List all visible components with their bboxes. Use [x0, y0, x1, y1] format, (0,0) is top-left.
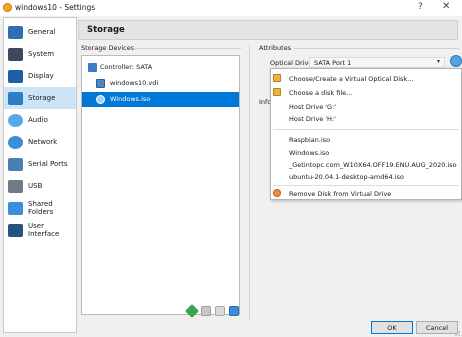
sidebar-item-storage[interactable]: Storage [4, 87, 76, 109]
optical-drive-value: SATA Port 1 [314, 59, 352, 67]
optical-disc-icon [96, 95, 105, 104]
sidebar-item-label: Audio [28, 116, 48, 124]
menu-item-choose-create-disk[interactable]: Choose/Create a Virtual Optical Disk... [271, 72, 461, 85]
sidebar-item-label: Shared Folders [28, 200, 54, 216]
sidebar-item-label: Network [28, 138, 58, 146]
shared-folders-icon [8, 201, 23, 215]
folder-icon [273, 74, 281, 82]
network-icon [8, 135, 23, 149]
sidebar-item-general[interactable]: General [4, 21, 76, 43]
chevron-down-icon: ▾ [436, 58, 440, 65]
hard-disk-icon [96, 79, 105, 88]
sidebar-item-network[interactable]: Network [4, 131, 76, 153]
display-icon [8, 69, 23, 83]
page-header: Storage [78, 20, 458, 40]
panel-divider [249, 45, 250, 319]
sidebar-item-label: Display [28, 72, 54, 80]
attributes-label: Attributes [259, 44, 292, 52]
storage-tree-toolbar [78, 303, 248, 319]
sidebar-item-user-interface[interactable]: User Interface [4, 219, 76, 241]
menu-item-label: Windows.iso [289, 149, 330, 157]
sidebar-item-audio[interactable]: Audio [4, 109, 76, 131]
system-icon [8, 47, 23, 61]
tree-controller-sata[interactable]: Controller: SATA [82, 60, 239, 75]
menu-item-label: Choose/Create a Virtual Optical Disk... [289, 75, 414, 83]
menu-separator [273, 185, 459, 186]
storage-icon [8, 91, 23, 105]
folder-icon [273, 88, 281, 96]
add-attachment-icon[interactable] [184, 303, 200, 319]
user-interface-icon [8, 223, 23, 237]
virtualbox-app-icon [3, 3, 12, 12]
ok-button[interactable]: OK [371, 321, 413, 334]
sidebar-item-serial-ports[interactable]: Serial Ports [4, 153, 76, 175]
sidebar-item-shared-folders[interactable]: Shared Folders [4, 197, 76, 219]
audio-icon [8, 113, 23, 127]
menu-item-label: ubuntu-20.04.1-desktop-amd64.iso [289, 173, 404, 181]
tree-item-label: windows10.vdi [110, 79, 159, 87]
menu-item-choose-disk-file[interactable]: Choose a disk file... [271, 86, 461, 99]
tree-item-windows10-vdi[interactable]: windows10.vdi [82, 76, 239, 91]
window-title: windows10 - Settings [15, 3, 96, 12]
usb-icon [8, 179, 23, 193]
menu-item-label: Host Drive 'G:' [289, 103, 337, 111]
optical-drive-label: Optical Drive: [270, 59, 315, 67]
sidebar-item-usb[interactable]: USB [4, 175, 76, 197]
menu-item-label: Raspbian.iso [289, 136, 331, 144]
menu-item-remove-disk[interactable]: Remove Disk from Virtual Drive [271, 187, 461, 200]
resize-grip-icon[interactable] [452, 328, 460, 336]
title-bar: windows10 - Settings ? ✕ [0, 0, 462, 16]
optical-disc-menu: Choose/Create a Virtual Optical Disk... … [270, 68, 462, 200]
serial-ports-icon [8, 157, 23, 171]
sidebar-item-label: Serial Ports [28, 160, 68, 168]
remove-attachment-icon[interactable] [201, 306, 211, 316]
section-divider [294, 48, 460, 49]
settings-sidebar: General System Display Storage Audio Net… [3, 17, 77, 333]
sidebar-item-label: General [28, 28, 56, 36]
menu-item-label: _Getintopc.com_W10X64.OFF19.ENU.AUG_2020… [289, 161, 457, 169]
remove-disk-icon [273, 189, 281, 197]
optical-disc-menu-button[interactable] [450, 55, 462, 67]
sidebar-item-label: Storage [28, 94, 56, 102]
sidebar-item-label: USB [28, 182, 43, 190]
sidebar-item-display[interactable]: Display [4, 65, 76, 87]
general-icon [8, 25, 23, 39]
menu-item-host-drive-h[interactable]: Host Drive 'H:' [271, 112, 461, 125]
add-controller-icon[interactable] [215, 306, 225, 316]
storage-devices-label: Storage Devices [81, 44, 135, 52]
remove-controller-icon[interactable] [229, 306, 239, 316]
tree-item-label: Controller: SATA [100, 63, 153, 71]
tree-item-label: Windows.iso [110, 95, 151, 103]
storage-tree[interactable]: Controller: SATA windows10.vdi Windows.i… [81, 55, 240, 315]
sidebar-item-label: User Interface [28, 222, 60, 238]
sidebar-item-system[interactable]: System [4, 43, 76, 65]
menu-item-label: Remove Disk from Virtual Drive [289, 190, 392, 198]
tree-item-windows-iso[interactable]: Windows.iso [82, 92, 239, 107]
menu-separator [273, 129, 459, 130]
optical-drive-select[interactable]: SATA Port 1 ▾ [309, 57, 445, 68]
page-title: Storage [87, 25, 125, 35]
menu-item-ubuntu-iso[interactable]: ubuntu-20.04.1-desktop-amd64.iso [271, 170, 461, 183]
controller-icon [88, 63, 97, 72]
menu-item-label: Host Drive 'H:' [289, 115, 336, 123]
menu-item-label: Choose a disk file... [289, 89, 353, 97]
help-button[interactable]: ? [418, 2, 423, 12]
section-divider [133, 48, 241, 49]
sidebar-item-label: System [28, 50, 55, 58]
menu-item-raspbian-iso[interactable]: Raspbian.iso [271, 133, 461, 146]
close-button[interactable]: ✕ [442, 1, 450, 12]
